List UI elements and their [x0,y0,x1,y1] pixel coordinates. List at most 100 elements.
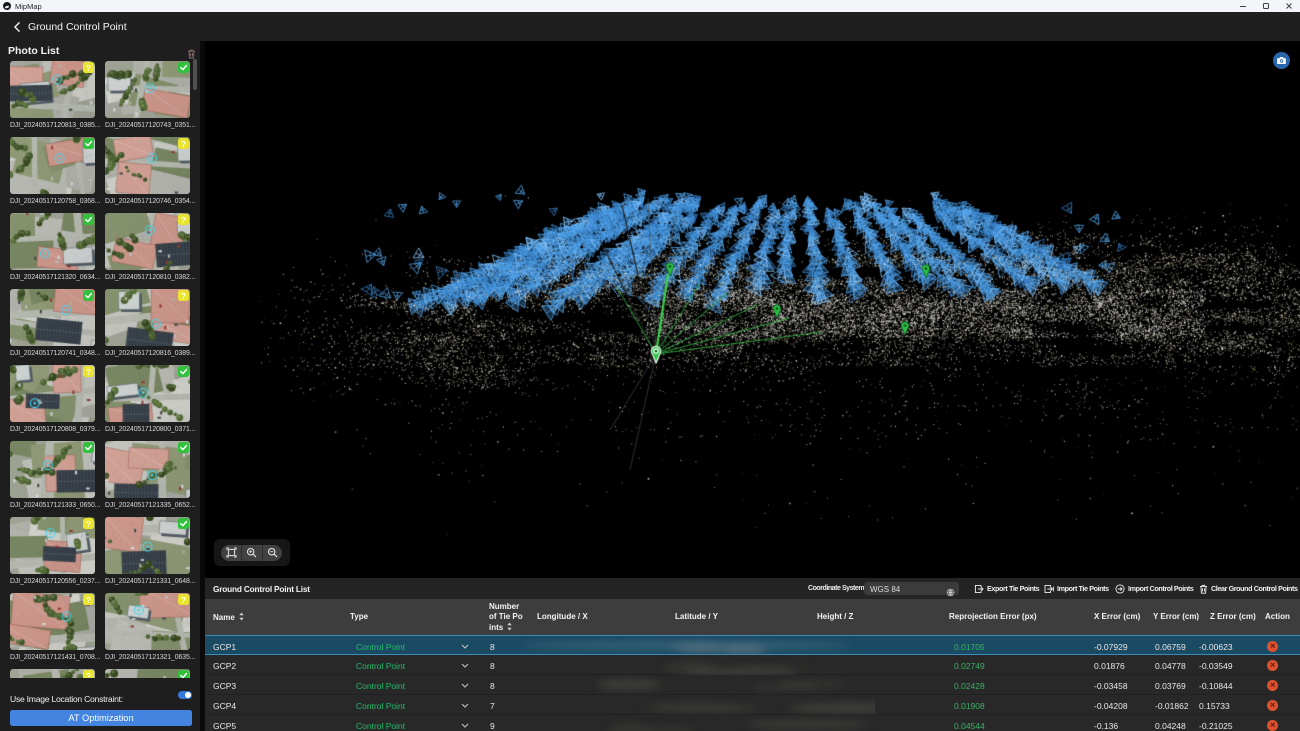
photo-thumbnail[interactable]: DJI_20240517121320_0634... [10,213,95,270]
tie-point-count: 7 [490,701,495,711]
photo-status-question-badge: ? [83,594,94,605]
delete-gcp-button[interactable] [1267,700,1278,711]
photo-thumbnail[interactable]: DJI_20240517121335_0652... [105,441,190,498]
type-dropdown-chevron-icon[interactable] [461,703,469,708]
minimize-button[interactable] [1231,0,1254,12]
column-header-y-error-cm: Y Error (cm) [1153,612,1208,622]
type-dropdown-chevron-icon[interactable] [461,644,469,649]
photo-thumbnail[interactable]: ?DJI_20240517120813_0385... [10,61,95,118]
photo-thumbnail[interactable]: DJI_20240517120743_0351... [105,61,190,118]
export-tie-points-button[interactable]: Export Tie Points [974,584,1039,594]
photo-thumbnail[interactable]: ?DJI_20240517120746_0354... [105,137,190,194]
type-dropdown-chevron-icon[interactable] [461,723,469,728]
z-error: -0.21025 [1199,721,1233,731]
type-dropdown-chevron-icon[interactable] [461,663,469,668]
column-header-reprojection-error-px: Reprojection Error (px) [949,612,1059,622]
gcp-table-panel: Ground Control Point List Coordinate Sys… [205,578,1300,731]
gcp-row-gcp4[interactable]: GCP4Control Point70.01908-0.04208-0.0186… [205,695,1300,715]
app-logo-icon [3,2,11,10]
gcp-row-gcp3[interactable]: GCP3Control Point80.02428-0.034580.03769… [205,675,1300,695]
window-titlebar: MipMap [0,0,1300,12]
gcp-table-header-row: NameTypeNumberof Tie PointsLongitude / X… [205,599,1300,635]
viewport-3d[interactable] [205,41,1300,578]
photo-thumbnail[interactable]: ?DJI_20240517120810_0382... [105,213,190,270]
gcp-type[interactable]: Control Point [356,661,405,671]
column-header-latitude-y: Latitude / Y [675,612,765,622]
photo-filename: DJI_20240517121335_0652... [105,500,199,511]
point-cloud-canvas[interactable] [205,41,1300,578]
export-icon [974,584,984,594]
photo-filename: DJI_20240517121431_0708... [10,652,104,663]
gcp-type[interactable]: Control Point [356,721,405,731]
photo-status-question-badge: ? [178,138,189,149]
photo-thumbnail[interactable]: ?DJI_20240517121321_0635... [105,593,190,650]
photo-thumbnail[interactable]: ?DJI_20240517121431_0708... [10,593,95,650]
photo-panel-footer: Use Image Location Constraint: AT Optimi… [0,678,200,731]
photo-thumbnail[interactable]: DJI_20240517120758_0368... [10,137,95,194]
column-header-action: Action [1265,612,1300,622]
column-header-number-of-tie-points[interactable]: Numberof Tie Points [489,602,533,633]
redacted-coordinates [520,715,875,731]
blurred-value-blob [664,662,715,674]
photo-thumbnail[interactable]: DJI_20240517120800_0371... [105,365,190,422]
zoom-in-button[interactable] [241,545,261,561]
fit-view-button[interactable] [221,545,241,561]
redacted-coordinates [520,636,875,656]
blurred-value-blob [597,679,660,690]
photo-status-question-badge: ? [83,366,94,377]
gcp-type[interactable]: Control Point [356,642,405,652]
gcp-name: GCP4 [213,701,236,711]
gcp-type[interactable]: Control Point [356,701,405,711]
photo-filename: DJI_20240517120813_0385... [10,120,104,131]
redacted-coordinates [520,655,875,675]
photo-status-question-badge: ? [83,518,94,529]
photo-thumbnail[interactable]: DJI_20240517121333_0650... [10,441,95,498]
blurred-value-blob [608,724,656,731]
photo-thumbnail[interactable]: ?DJI_20240517120808_0379... [10,365,95,422]
photo-filename: DJI_20240517120743_0351... [105,120,199,131]
maximize-button[interactable] [1254,0,1277,12]
photo-thumbnail[interactable]: DJI_20240517120741_0348... [10,289,95,346]
gcp-row-gcp5[interactable]: GCP5Control Point90.04544-0.1360.04248-0… [205,715,1300,731]
import-control-points-button[interactable]: Import Control Points [1115,584,1193,594]
photo-thumbnail[interactable]: ?DJI_20240517120816_0389... [105,289,190,346]
gcp-row-gcp1[interactable]: GCP1Control Point80.01705-0.079290.06759… [205,635,1300,655]
gcp-row-gcp2[interactable]: GCP2Control Point80.027490.018760.04778-… [205,655,1300,675]
photo-list-title: Photo List [8,45,59,57]
clear-gcp-button[interactable]: Clear Ground Control Points [1199,584,1298,594]
image-location-constraint-toggle[interactable] [178,691,192,699]
back-button[interactable] [13,22,21,32]
photo-list-scrollbar[interactable] [193,58,197,689]
type-dropdown-chevron-icon[interactable] [461,683,469,688]
photo-filename: DJI_20240517120741_0348... [10,348,104,359]
import-tie-points-button[interactable]: Import Tie Points [1044,584,1109,594]
gcp-type[interactable]: Control Point [356,681,405,691]
photo-status-check-badge [83,442,94,453]
trash-icon [1199,584,1208,594]
column-header-name[interactable]: Name [213,612,273,623]
gcp-name: GCP3 [213,681,236,691]
close-button[interactable] [1277,0,1300,12]
photo-status-check-badge [178,62,189,73]
tie-point-count: 8 [490,681,495,691]
coordinate-system-select[interactable]: WGS 84 [864,582,959,595]
gcp-table-body: GCP1Control Point80.01705-0.079290.06759… [205,635,1300,731]
delete-gcp-button[interactable] [1267,680,1278,691]
photo-filename: DJI_20240517120556_0237... [10,576,104,587]
photo-thumbnail[interactable]: DJI_20240517121331_0648... [105,517,190,574]
snapshot-camera-button[interactable] [1273,52,1290,69]
blurred-value-blob [789,703,875,713]
column-header-height-z: Height / Z [817,612,897,622]
photo-thumbnail[interactable]: ?DJI_20240517120556_0237... [10,517,95,574]
delete-gcp-button[interactable] [1267,641,1278,652]
delete-gcp-button[interactable] [1267,720,1278,731]
photo-filename: DJI_20240517121333_0650... [10,500,104,511]
at-optimization-button[interactable]: AT Optimization [10,710,192,726]
x-error: -0.136 [1094,721,1118,731]
delete-gcp-button[interactable] [1267,660,1278,671]
zoom-out-button[interactable] [262,545,282,561]
x-error: -0.04208 [1094,701,1128,711]
photo-status-check-badge [83,214,94,225]
import-icon [1044,584,1054,594]
z-error: -0.00623 [1199,642,1233,652]
